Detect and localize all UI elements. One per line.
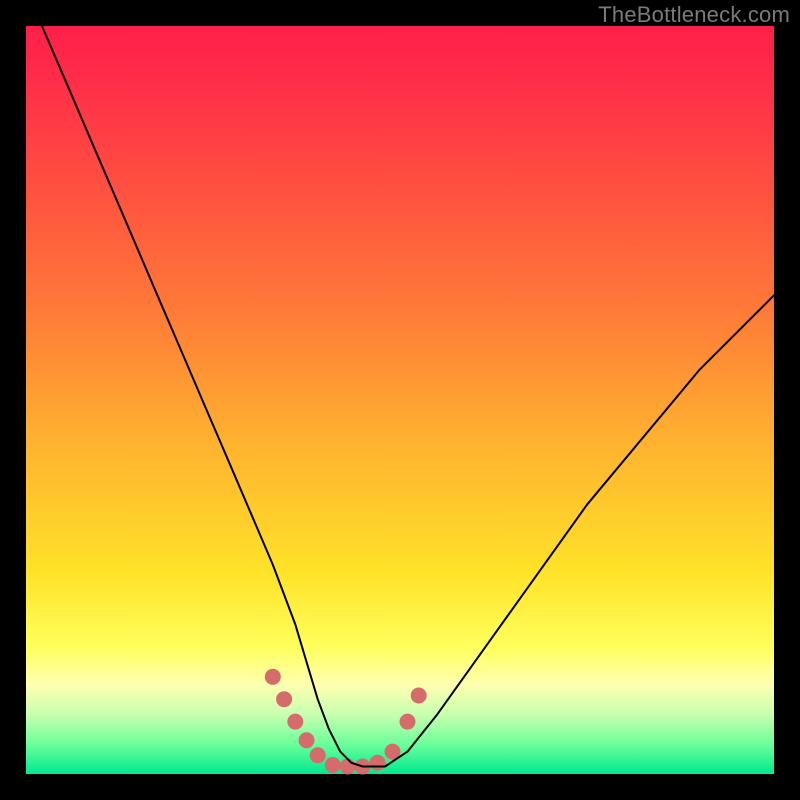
markers-group [265, 669, 427, 775]
watermark-text: TheBottleneck.com [598, 2, 790, 28]
bottleneck-curve [26, 0, 774, 767]
curve-marker [400, 714, 416, 730]
curve-marker [340, 759, 356, 775]
curve-marker [310, 747, 326, 763]
bottleneck-chart-svg [26, 26, 774, 774]
curve-marker [276, 691, 292, 707]
curve-marker [325, 757, 341, 773]
curve-marker [299, 732, 315, 748]
curve-marker [265, 669, 281, 685]
curve-marker [287, 714, 303, 730]
curve-marker [411, 688, 427, 704]
chart-area [26, 26, 774, 774]
curve-marker [370, 755, 386, 771]
